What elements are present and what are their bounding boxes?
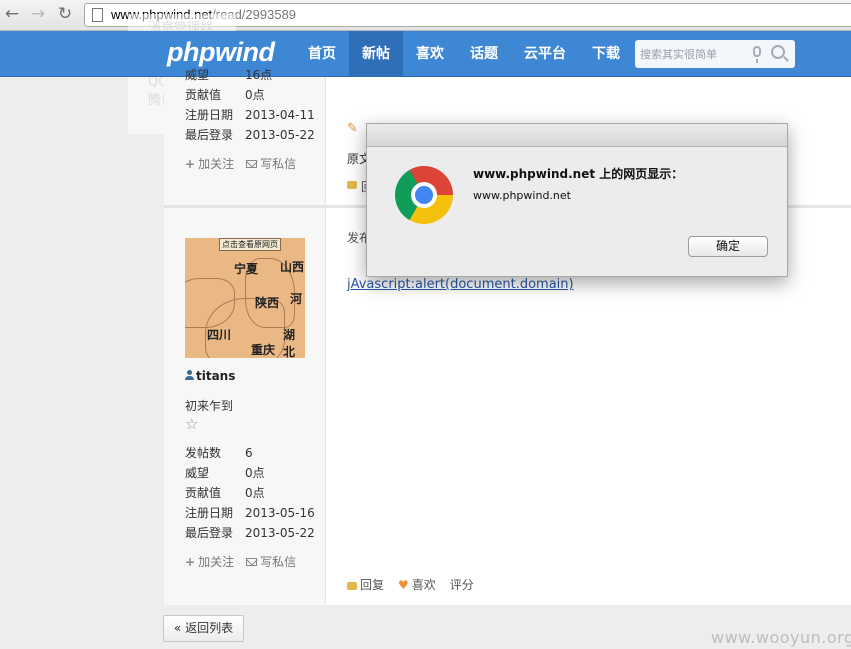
map-label: 山西 — [280, 260, 305, 274]
pencil-icon: ✎ — [347, 121, 358, 136]
reply-icon — [347, 181, 357, 189]
watermark: www.wooyun.org — [711, 628, 851, 647]
message-label: 写私信 — [260, 157, 297, 171]
stat-label: 贡献值 — [185, 486, 222, 500]
site-header: phpwind 首页 新帖 喜欢 话题 云平台 下载 — [0, 31, 851, 77]
nav-item-topics[interactable]: 话题 — [457, 31, 511, 77]
avatar[interactable]: 点击查看原网页 宁夏 山西 陕西 河 四川 湖北 重庆 — [185, 238, 305, 358]
message-label: 写私信 — [260, 555, 297, 569]
alert-dialog: www.phpwind.net 上的网页显示： www.phpwind.net … — [366, 123, 788, 277]
reply-button[interactable]: 回复 — [347, 576, 384, 593]
dialog-titlebar — [367, 124, 787, 147]
search-box — [635, 40, 795, 68]
stat-value: 6 — [245, 446, 253, 460]
user2-actions: + 加关注 写私信 — [185, 553, 296, 570]
stat-label: 注册日期 — [185, 108, 234, 122]
page-icon — [92, 8, 103, 22]
user-title: 初来乍到 — [185, 399, 234, 413]
mail-icon — [246, 557, 258, 566]
stat-label: 威望 — [185, 466, 210, 480]
post-link[interactable]: jAvascript:alert(document.domain) — [347, 277, 574, 292]
stat-row: 最后登录 2013-05-22 — [185, 125, 315, 145]
site-logo[interactable]: phpwind — [167, 37, 275, 68]
star-icon: ☆ — [185, 415, 199, 433]
like-button[interactable]: ♥ 喜欢 — [398, 576, 436, 593]
stat-label: 贡献值 — [185, 88, 222, 102]
chrome-icon — [395, 166, 453, 224]
mail-icon — [246, 159, 258, 168]
map-label: 陕西 — [255, 296, 280, 310]
main-nav: 首页 新帖 喜欢 话题 云平台 下载 — [295, 31, 633, 77]
stat-row: 威望 0点 — [185, 463, 315, 483]
username[interactable]: titans — [185, 369, 235, 383]
user1-actions: + 加关注 写私信 — [185, 155, 296, 172]
stat-label: 威望 — [185, 68, 210, 82]
follow-button[interactable]: + 加关注 — [185, 155, 234, 172]
nav-item-new-posts[interactable]: 新帖 — [349, 31, 403, 77]
map-label: 湖北 — [283, 328, 296, 358]
stat-row: 最后登录 2013-05-22 — [185, 523, 315, 543]
stat-value: 0点 — [245, 486, 265, 500]
back-to-list-button[interactable]: « 返回列表 — [163, 615, 244, 642]
dialog-heading: www.phpwind.net 上的网页显示： — [473, 167, 684, 181]
stat-label: 注册日期 — [185, 506, 234, 520]
stat-value: 2013-04-11 — [245, 108, 315, 122]
like-label: 喜欢 — [411, 578, 436, 592]
nav-item-cloud[interactable]: 云平台 — [511, 31, 579, 77]
map-label: 重庆 — [251, 343, 276, 357]
stat-label: 最后登录 — [185, 526, 234, 540]
stat-row: 威望 16点 — [185, 65, 315, 85]
nav-item-download[interactable]: 下载 — [579, 31, 633, 77]
heart-icon: ♥ — [398, 578, 409, 592]
stat-value: 0点 — [245, 88, 265, 102]
map-label: 四川 — [207, 328, 232, 342]
nav-item-likes[interactable]: 喜欢 — [403, 31, 457, 77]
forward-arrow-icon[interactable]: → — [29, 5, 47, 23]
reply-label: 回复 — [360, 578, 385, 592]
reply-icon — [347, 581, 357, 590]
stat-row: 发帖数 6 — [185, 443, 315, 463]
stat-value: 16点 — [245, 68, 273, 82]
stat-value: 2013-05-16 — [245, 506, 315, 520]
dialog-message: www.phpwind.net — [473, 189, 571, 202]
plus-icon: + — [185, 156, 196, 171]
search-input[interactable] — [640, 45, 752, 63]
stat-label: 最后登录 — [185, 128, 234, 142]
microphone-icon[interactable] — [753, 46, 761, 63]
back-arrow-icon[interactable]: ← — [3, 5, 21, 23]
reload-icon[interactable]: ↻ — [56, 5, 74, 23]
stat-value: 0点 — [245, 466, 265, 480]
plus-icon: + — [185, 554, 196, 569]
ok-button[interactable]: 确定 — [688, 236, 768, 257]
stat-value: 2013-05-22 — [245, 526, 315, 540]
map-label: 宁夏 — [234, 262, 259, 276]
user-icon — [185, 370, 194, 380]
stat-label: 发帖数 — [185, 446, 222, 460]
rate-button[interactable]: 评分 — [450, 576, 474, 593]
stat-row: 注册日期 2013-04-11 — [185, 105, 315, 125]
follow-label: 加关注 — [198, 157, 235, 171]
username-text: titans — [196, 369, 236, 383]
user2-stats: 发帖数 6 威望 0点 贡献值 0点 注册日期 2013-05-16 最后登录 … — [185, 443, 315, 543]
message-button[interactable]: 写私信 — [246, 155, 296, 172]
stat-row: 贡献值 0点 — [185, 483, 315, 503]
stat-row: 注册日期 2013-05-16 — [185, 503, 315, 523]
stat-value: 2013-05-22 — [245, 128, 315, 142]
user1-stats: 威望 16点 贡献值 0点 注册日期 2013-04-11 最后登录 2013-… — [185, 65, 315, 145]
follow-label: 加关注 — [198, 555, 235, 569]
stat-row: 贡献值 0点 — [185, 85, 315, 105]
search-icon[interactable] — [771, 45, 785, 59]
message-button[interactable]: 写私信 — [246, 553, 296, 570]
post-actions: 回复 ♥ 喜欢 评分 — [347, 576, 474, 593]
map-label: 河 — [290, 292, 303, 306]
avatar-caption: 点击查看原网页 — [219, 238, 281, 251]
follow-button[interactable]: + 加关注 — [185, 553, 234, 570]
